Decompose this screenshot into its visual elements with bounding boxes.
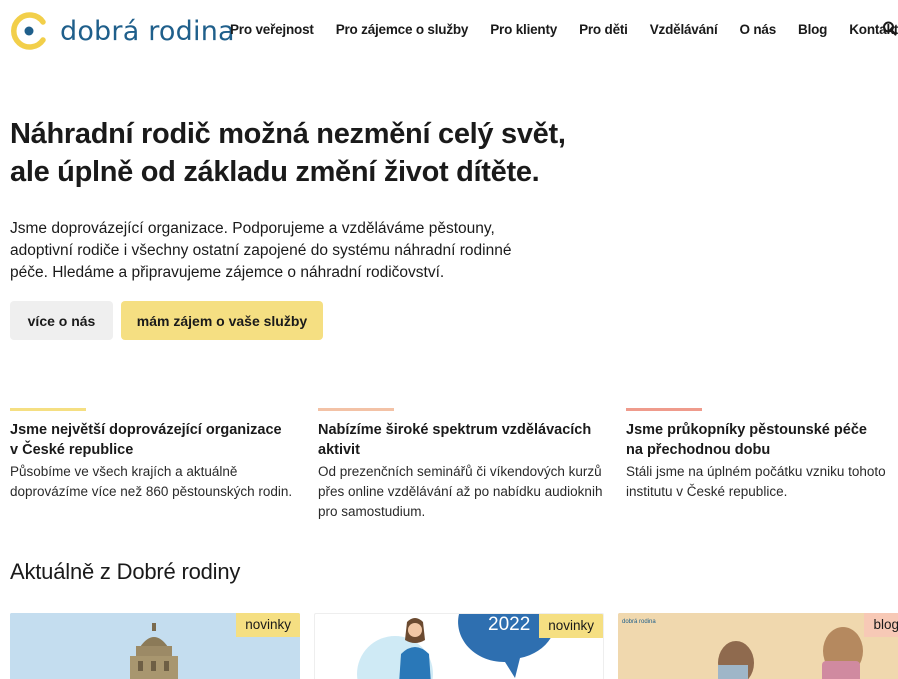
news-card-tag: novinky bbox=[236, 613, 300, 637]
hero-title-line: ale úplně od základu změní život dítěte. bbox=[10, 156, 540, 188]
news-card[interactable]: 2022 novinky bbox=[314, 613, 604, 679]
search-icon[interactable] bbox=[882, 20, 898, 38]
hero-title: Náhradní rodič možná nezmění celý svět, … bbox=[10, 115, 570, 191]
feature-text-line: Působíme ve všech krajích a aktuálně bbox=[10, 464, 238, 479]
interest-services-button[interactable]: mám zájem o vaše služby bbox=[121, 301, 323, 340]
hero-text: Jsme doprovázející organizace. Podporuje… bbox=[10, 218, 512, 284]
feature-pioneers: Jsme průkopníky pěstounské péče na přech… bbox=[626, 408, 896, 502]
news-card[interactable]: novinky bbox=[10, 613, 300, 679]
site-header: dobrá rodina Pro veřejnost Pro zájemce o… bbox=[0, 0, 898, 64]
logo-text: dobrá rodina bbox=[60, 15, 235, 47]
nav-item-blog[interactable]: Blog bbox=[798, 22, 827, 37]
hero-title-line: Náhradní rodič možná nezmění celý svět, bbox=[10, 118, 566, 150]
about-us-button[interactable]: více o nás bbox=[10, 301, 113, 340]
feature-title-line: Jsme největší doprovázející organizace bbox=[10, 422, 282, 438]
feature-accent-bar bbox=[626, 408, 702, 411]
hero-text-line: Jsme doprovázející organizace. Podporuje… bbox=[10, 220, 495, 237]
feature-accent-bar bbox=[318, 408, 394, 411]
feature-text-line: Stáli jsme na úplném počátku vzniku toho… bbox=[626, 464, 886, 479]
news-card[interactable]: dobrá rodina blog bbox=[618, 613, 898, 679]
hero-text-line: adoptivní rodiče i všechny ostatní zapoj… bbox=[10, 242, 512, 259]
feature-accent-bar bbox=[10, 408, 86, 411]
news-card-year: 2022 bbox=[488, 614, 530, 635]
nav-item-zajemci[interactable]: Pro zájemce o služby bbox=[336, 22, 469, 37]
feature-text-line: přes online vzdělávání až po nabídku aud… bbox=[318, 484, 603, 499]
feature-text-line: institutu v České republice. bbox=[626, 484, 788, 499]
feature-title: Jsme průkopníky pěstounské péče na přech… bbox=[626, 420, 896, 460]
news-card-tag: novinky bbox=[539, 614, 603, 638]
main-nav: Pro veřejnost Pro zájemce o služby Pro k… bbox=[230, 22, 898, 37]
feature-title: Nabízíme široké spektrum vzdělávacích ak… bbox=[318, 420, 603, 460]
feature-title-line: aktivit bbox=[318, 442, 360, 458]
nav-item-vzdelavani[interactable]: Vzdělávání bbox=[650, 22, 718, 37]
hero-text-line: péče. Hledáme a připravujeme zájemce o n… bbox=[10, 264, 445, 281]
logo-icon bbox=[10, 12, 48, 50]
feature-title-line: v České republice bbox=[10, 442, 134, 458]
feature-largest-organization: Jsme největší doprovázející organizace v… bbox=[10, 408, 295, 502]
nav-item-o-nas[interactable]: O nás bbox=[740, 22, 777, 37]
feature-title-line: Jsme průkopníky pěstounské péče bbox=[626, 422, 867, 438]
nav-item-verejnost[interactable]: Pro veřejnost bbox=[230, 22, 314, 37]
feature-text: Působíme ve všech krajích a aktuálně dop… bbox=[10, 462, 295, 502]
nav-item-klienti[interactable]: Pro klienty bbox=[490, 22, 557, 37]
feature-text: Stáli jsme na úplném počátku vzniku toho… bbox=[626, 462, 896, 502]
news-card-logo: dobrá rodina bbox=[622, 619, 656, 625]
news-card-image: dobrá rodina bbox=[618, 613, 898, 679]
feature-text: Od prezenčních seminářů či víkendových k… bbox=[318, 462, 603, 522]
feature-title-line: Nabízíme široké spektrum vzdělávacích bbox=[318, 422, 592, 438]
feature-title-line: na přechodnou dobu bbox=[626, 442, 771, 458]
feature-title: Jsme největší doprovázející organizace v… bbox=[10, 420, 295, 460]
feature-education: Nabízíme široké spektrum vzdělávacích ak… bbox=[318, 408, 603, 522]
logo-link[interactable]: dobrá rodina bbox=[10, 12, 235, 50]
feature-text-line: doprovázíme více než 860 pěstounských ro… bbox=[10, 484, 293, 499]
feature-text-line: Od prezenčních seminářů či víkendových k… bbox=[318, 464, 602, 479]
news-section-title: Aktuálně z Dobré rodiny bbox=[10, 559, 241, 584]
feature-text-line: pro samostudium. bbox=[318, 504, 426, 519]
news-card-tag: blog bbox=[864, 613, 898, 637]
nav-item-deti[interactable]: Pro děti bbox=[579, 22, 628, 37]
